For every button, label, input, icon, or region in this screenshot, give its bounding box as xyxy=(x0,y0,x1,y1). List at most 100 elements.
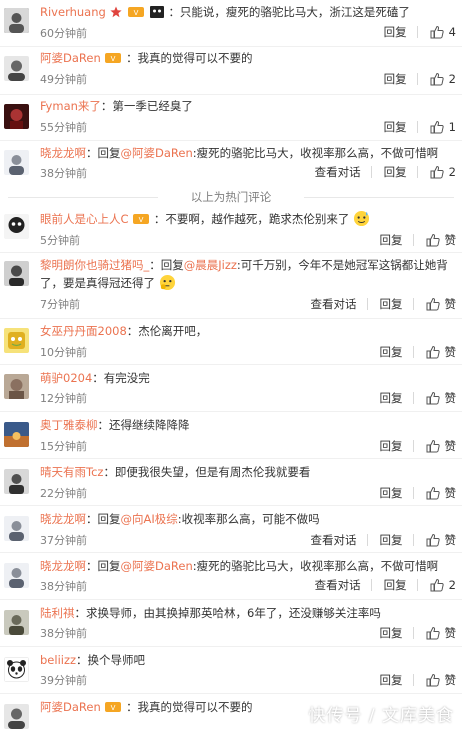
username-link[interactable]: 陆利祺 xyxy=(40,606,75,620)
reply-button[interactable]: 回复 xyxy=(384,577,407,593)
comment-actions: 查看对话 回复 2 xyxy=(303,164,456,180)
divider xyxy=(0,46,462,47)
reply-button[interactable]: 回复 xyxy=(384,119,407,135)
comment-actions: 回复 赞 xyxy=(368,232,457,248)
like-button[interactable]: 赞 xyxy=(426,344,456,360)
mention-link[interactable]: @阿婆DaRen xyxy=(121,146,193,160)
like-button[interactable]: 赞 xyxy=(426,532,456,548)
reply-button[interactable]: 回复 xyxy=(380,625,403,641)
comment-item: 晓龙龙啊：回复@阿婆DaRen:瘦死的骆驼比马大，收视率那么高，不做可惜啊 38… xyxy=(0,558,462,598)
like-button[interactable]: 1 xyxy=(430,120,456,134)
avatar[interactable] xyxy=(4,214,29,239)
timestamp: 15分钟前 xyxy=(40,440,87,453)
comment-text: 女巫丹丹面2008：杰伦离开吧， xyxy=(40,323,456,340)
avatar[interactable] xyxy=(4,422,29,447)
reply-button[interactable]: 回复 xyxy=(384,71,407,87)
thumbs-up-icon xyxy=(430,25,444,39)
comment-actions: 回复 1 xyxy=(372,119,456,135)
divider xyxy=(0,458,462,459)
like-button[interactable]: 2 xyxy=(430,578,456,592)
like-label: 赞 xyxy=(444,297,457,311)
username-link[interactable]: 晓龙龙啊 xyxy=(40,559,86,573)
think-emoji-icon xyxy=(159,274,175,291)
avatar[interactable] xyxy=(4,374,29,399)
mention-link[interactable]: @阿婆DaRen xyxy=(121,559,193,573)
comment-body: ：换个导师吧 xyxy=(76,653,146,667)
action-divider xyxy=(412,346,414,358)
avatar[interactable] xyxy=(4,328,29,353)
reply-button[interactable]: 回复 xyxy=(380,296,403,312)
avatar[interactable] xyxy=(4,563,29,588)
mask-badge-icon xyxy=(149,6,164,18)
avatar[interactable] xyxy=(4,516,29,541)
comment-body: :瘦死的骆驼比马大，收视率那么高，不做可惜啊 xyxy=(192,146,439,160)
username-link[interactable]: 萌驴0204 xyxy=(40,371,92,385)
timestamp: 37分钟前 xyxy=(40,534,87,547)
comment-actions: 查看对话 回复 赞 xyxy=(299,532,457,548)
like-button[interactable]: 赞 xyxy=(426,672,456,688)
like-button[interactable]: 4 xyxy=(430,25,456,39)
username-link[interactable]: Riverhuang xyxy=(40,5,106,19)
username-link[interactable]: 黎明朗你也骑过猪吗_ xyxy=(40,258,149,272)
reply-button[interactable]: 回复 xyxy=(380,390,403,406)
reply-button[interactable]: 回复 xyxy=(380,438,403,454)
like-button[interactable]: 2 xyxy=(430,72,456,86)
view-conversation-link[interactable]: 查看对话 xyxy=(315,577,361,593)
comment-body: ：第一季已经臭了 xyxy=(100,99,193,113)
divider xyxy=(0,552,462,553)
reply-button[interactable]: 回复 xyxy=(384,24,407,40)
comment-item: Riverhuang V ：只能说，瘦死的骆驼比马大，浙江这是死磕了 60分钟前… xyxy=(0,4,462,46)
avatar[interactable] xyxy=(4,704,29,729)
username-link[interactable]: Fyman来了 xyxy=(40,99,101,113)
avatar[interactable] xyxy=(4,261,29,286)
username-link[interactable]: 女巫丹丹面2008 xyxy=(40,324,127,338)
avatar[interactable] xyxy=(4,56,29,81)
reply-button[interactable]: 回复 xyxy=(380,344,403,360)
action-divider xyxy=(370,579,372,591)
reply-button[interactable]: 回复 xyxy=(380,232,403,248)
avatar[interactable] xyxy=(4,104,29,129)
star-badge-icon xyxy=(110,6,123,18)
reply-button[interactable]: 回复 xyxy=(380,672,403,688)
mention-link[interactable]: @晨晨Jizz xyxy=(184,258,237,272)
view-conversation-link[interactable]: 查看对话 xyxy=(311,532,357,548)
like-button[interactable]: 赞 xyxy=(426,232,457,248)
svg-text:V: V xyxy=(111,704,116,712)
like-button[interactable]: 赞 xyxy=(426,438,456,454)
like-button[interactable]: 赞 xyxy=(426,625,456,641)
username-link[interactable]: beliizz xyxy=(40,653,76,667)
view-conversation-link[interactable]: 查看对话 xyxy=(311,296,357,312)
like-button[interactable]: 赞 xyxy=(426,296,457,312)
mention-link[interactable]: @向AI极综 xyxy=(121,512,178,526)
avatar[interactable] xyxy=(4,8,29,33)
avatar[interactable] xyxy=(4,150,29,175)
username-link[interactable]: 眼前人是心上人C xyxy=(40,212,129,226)
comment-body: ：我真的觉得可以不要的 xyxy=(126,51,253,65)
comment-text: 奥丁雅泰柳：还得继续降降降 xyxy=(40,417,456,434)
like-label: 赞 xyxy=(444,233,457,247)
avatar[interactable] xyxy=(4,610,29,635)
comment-body: ：有完没完 xyxy=(92,371,150,385)
username-link[interactable]: 阿婆DaRen xyxy=(40,700,101,714)
username-link[interactable]: 晓龙龙啊 xyxy=(40,146,86,160)
svg-text:V: V xyxy=(134,9,139,17)
like-button[interactable]: 赞 xyxy=(426,485,456,501)
like-button[interactable]: 2 xyxy=(430,165,456,179)
comment-actions: 回复 赞 xyxy=(368,438,457,454)
reply-button[interactable]: 回复 xyxy=(380,485,403,501)
comment-body: ：杰伦离开吧， xyxy=(126,324,208,338)
timestamp: 7分钟前 xyxy=(40,298,80,311)
like-count: 2 xyxy=(448,578,456,592)
username-link[interactable]: 晴天有雨Tcz xyxy=(40,465,103,479)
avatar[interactable] xyxy=(4,657,29,682)
username-link[interactable]: 晓龙龙啊 xyxy=(40,512,86,526)
like-button[interactable]: 赞 xyxy=(426,390,456,406)
avatar[interactable] xyxy=(4,469,29,494)
comment-body: ：不要啊，越作越死，跪求杰伦别来了 xyxy=(153,212,350,226)
view-conversation-link[interactable]: 查看对话 xyxy=(315,164,361,180)
divider xyxy=(0,140,462,141)
username-link[interactable]: 阿婆DaRen xyxy=(40,51,101,65)
reply-button[interactable]: 回复 xyxy=(384,164,407,180)
username-link[interactable]: 奥丁雅泰柳 xyxy=(40,418,98,432)
reply-button[interactable]: 回复 xyxy=(380,532,403,548)
